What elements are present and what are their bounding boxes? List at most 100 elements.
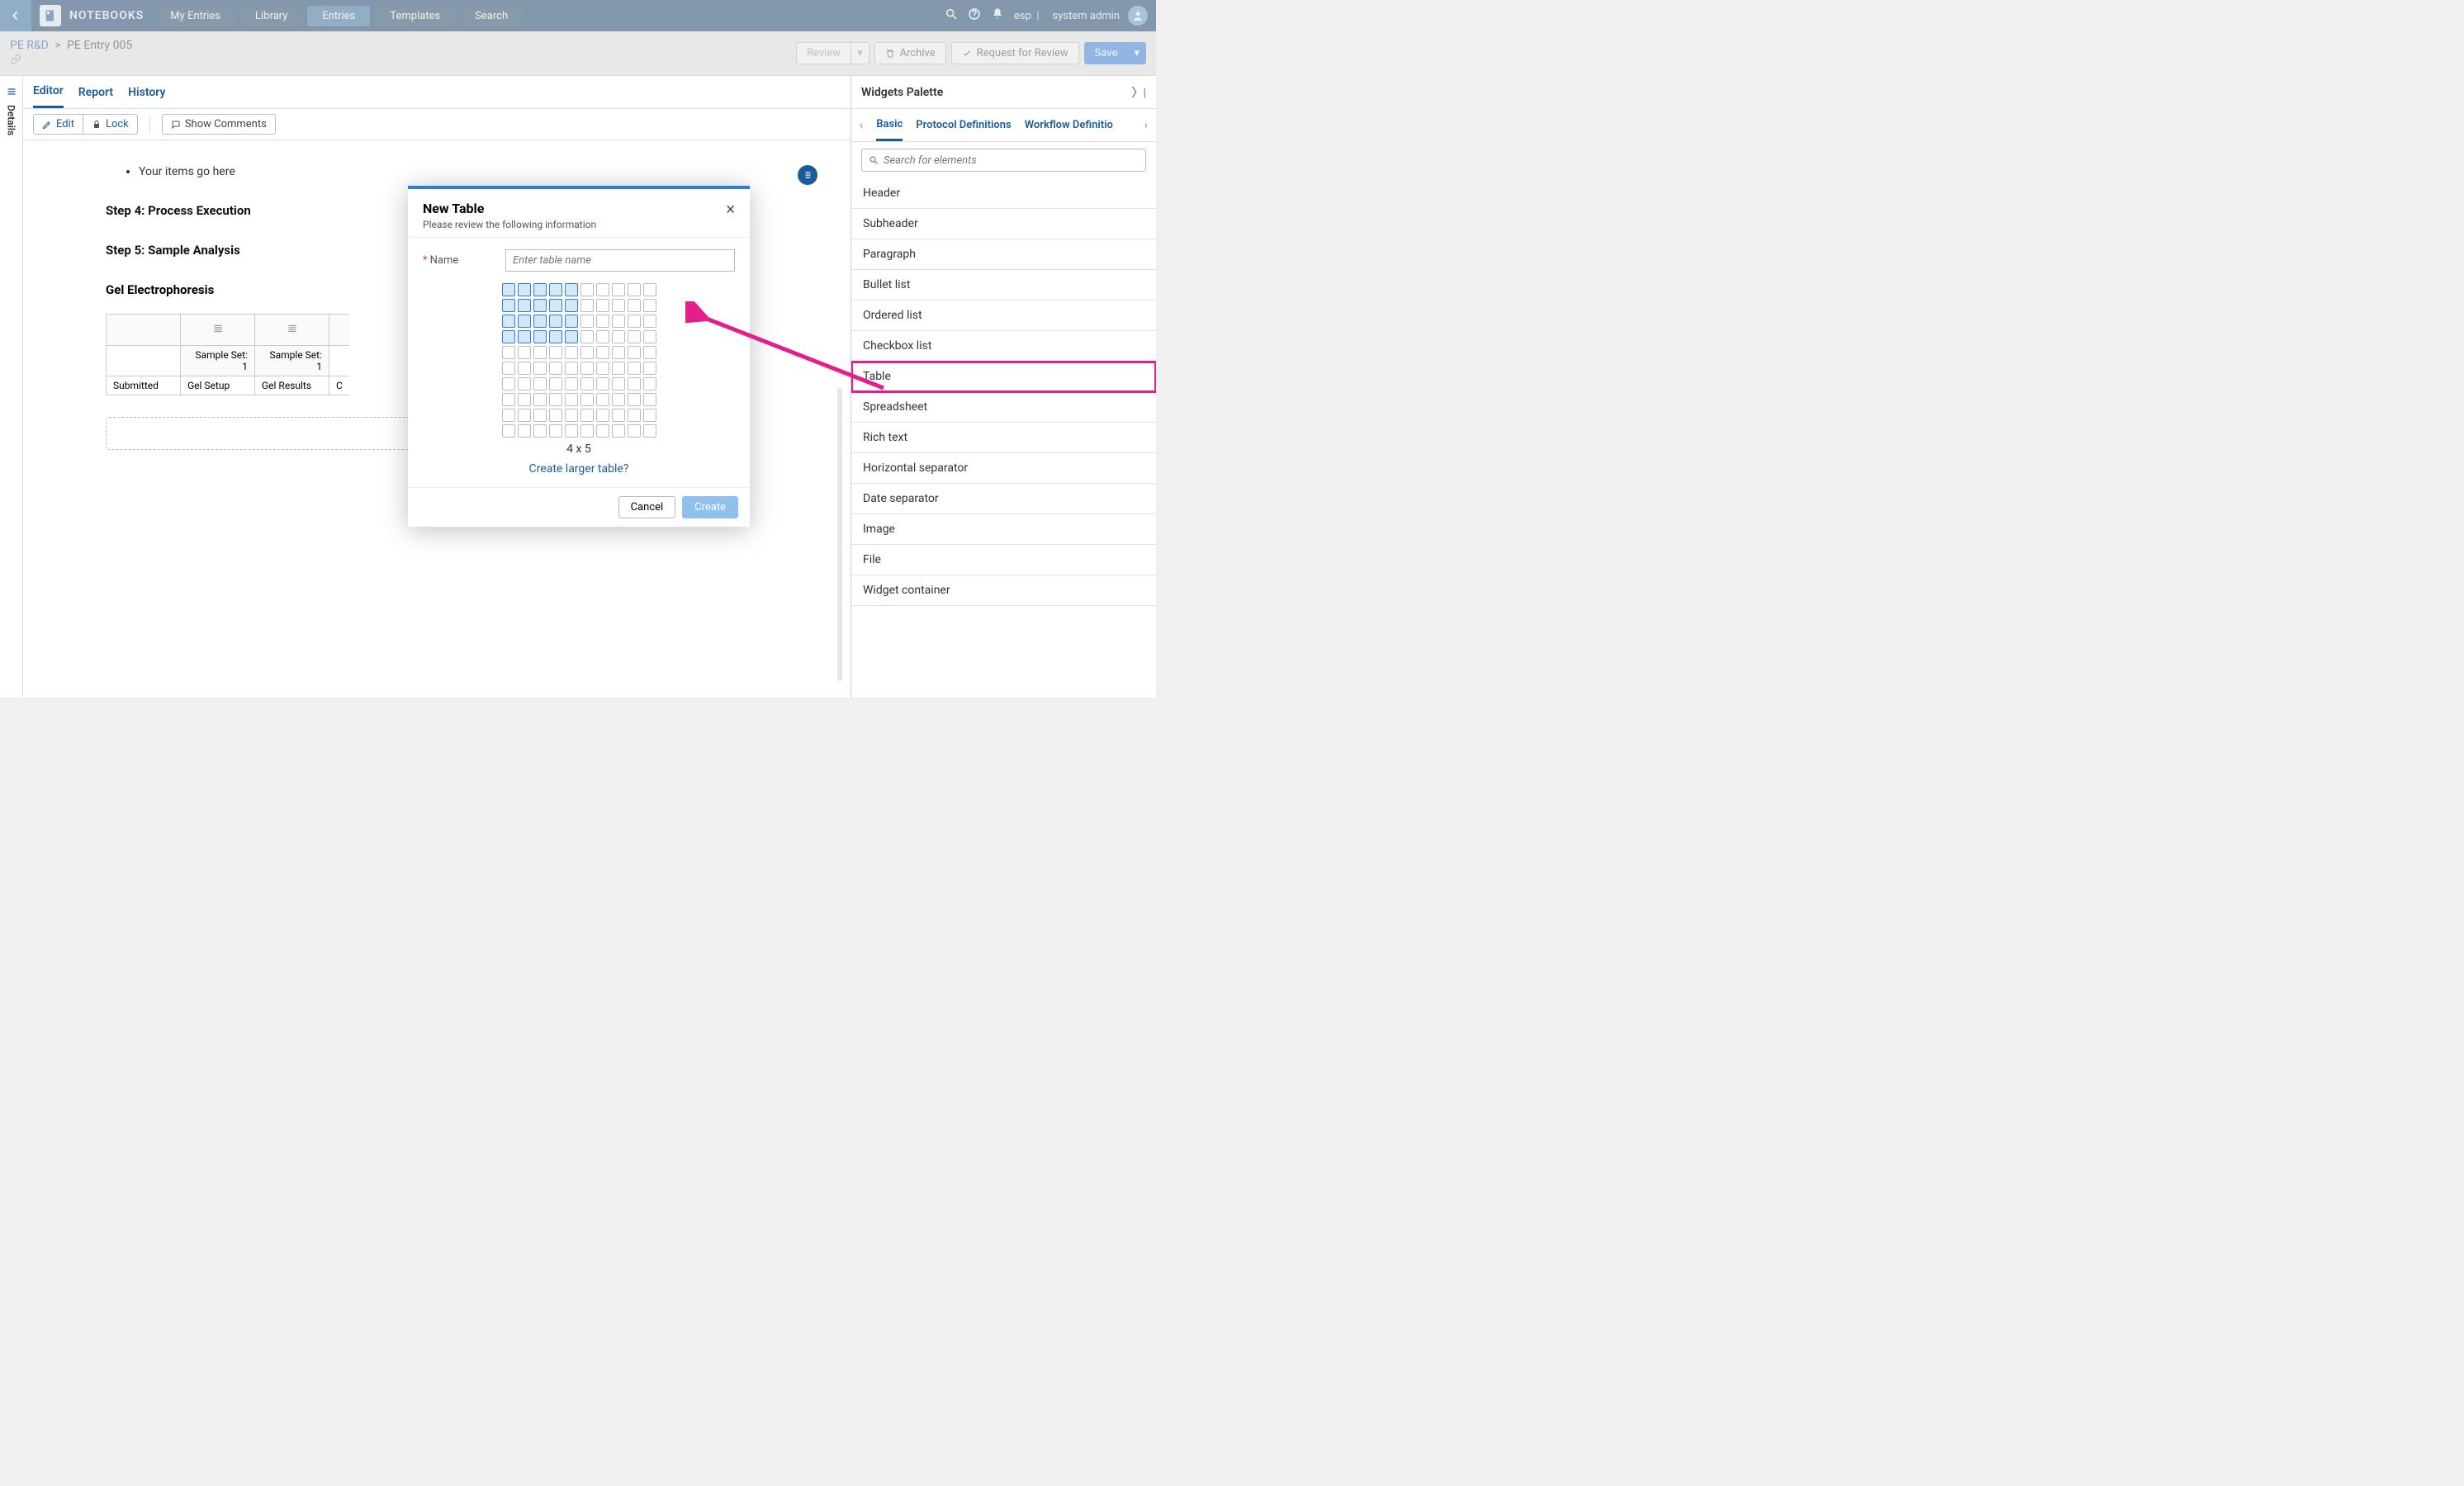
- grid-cell[interactable]: [518, 409, 531, 422]
- palette-item-table[interactable]: Table: [851, 362, 1156, 392]
- tab-editor[interactable]: Editor: [33, 76, 64, 108]
- details-label[interactable]: Details: [6, 105, 17, 135]
- grid-cell[interactable]: [533, 283, 547, 296]
- rail-menu-icon[interactable]: [6, 84, 17, 100]
- grid-cell[interactable]: [580, 409, 594, 422]
- grid-cell[interactable]: [502, 362, 515, 375]
- palette-item-file[interactable]: File: [851, 545, 1156, 575]
- grid-cell[interactable]: [628, 283, 641, 296]
- grid-cell[interactable]: [502, 377, 515, 390]
- grid-cell[interactable]: [580, 377, 594, 390]
- nav-back-button[interactable]: [0, 0, 31, 31]
- grid-cell[interactable]: [502, 393, 515, 406]
- grid-cell[interactable]: [580, 393, 594, 406]
- palette-scroll-right[interactable]: ›: [1144, 119, 1148, 132]
- grid-cell[interactable]: [612, 424, 625, 438]
- grid-cell[interactable]: [628, 330, 641, 343]
- grid-cell[interactable]: [565, 409, 578, 422]
- tab-history[interactable]: History: [128, 78, 165, 107]
- grid-cell[interactable]: [596, 409, 609, 422]
- search-icon[interactable]: [945, 7, 958, 24]
- scrollbar[interactable]: [837, 388, 842, 681]
- edit-button[interactable]: Edit: [33, 114, 83, 135]
- grid-cell[interactable]: [643, 409, 656, 422]
- grid-cell[interactable]: [580, 330, 594, 343]
- grid-cell[interactable]: [502, 299, 515, 312]
- palette-item-checkbox-list[interactable]: Checkbox list: [851, 331, 1156, 362]
- grid-cell[interactable]: [502, 315, 515, 328]
- grid-cell[interactable]: [628, 299, 641, 312]
- grid-cell[interactable]: [643, 315, 656, 328]
- grid-cell[interactable]: [643, 377, 656, 390]
- grid-cell[interactable]: [502, 283, 515, 296]
- grid-cell[interactable]: [518, 283, 531, 296]
- grid-cell[interactable]: [643, 330, 656, 343]
- grid-cell[interactable]: [612, 362, 625, 375]
- grid-cell[interactable]: [580, 346, 594, 359]
- palette-tab-basic[interactable]: Basic: [876, 110, 903, 141]
- grid-cell[interactable]: [549, 283, 562, 296]
- grid-cell[interactable]: [612, 346, 625, 359]
- grid-cell[interactable]: [628, 362, 641, 375]
- grid-cell[interactable]: [533, 315, 547, 328]
- grid-cell[interactable]: [628, 315, 641, 328]
- palette-item-paragraph[interactable]: Paragraph: [851, 239, 1156, 270]
- grid-size-picker[interactable]: [502, 283, 656, 438]
- grid-cell[interactable]: [549, 393, 562, 406]
- grid-cell[interactable]: [565, 299, 578, 312]
- nav-tab-search[interactable]: Search: [460, 6, 523, 26]
- palette-item-horizontal-separator[interactable]: Horizontal separator: [851, 453, 1156, 484]
- help-icon[interactable]: [968, 7, 981, 24]
- grid-cell[interactable]: [596, 299, 609, 312]
- grid-cell[interactable]: [502, 346, 515, 359]
- palette-scroll-left[interactable]: ‹: [860, 119, 863, 132]
- grid-cell[interactable]: [565, 393, 578, 406]
- grid-cell[interactable]: [643, 362, 656, 375]
- grid-cell[interactable]: [549, 315, 562, 328]
- palette-item-bullet-list[interactable]: Bullet list: [851, 270, 1156, 301]
- grid-cell[interactable]: [612, 409, 625, 422]
- grid-cell[interactable]: [502, 424, 515, 438]
- grid-cell[interactable]: [518, 315, 531, 328]
- modal-close-icon[interactable]: ×: [726, 201, 735, 217]
- grid-cell[interactable]: [518, 330, 531, 343]
- cancel-button[interactable]: Cancel: [618, 496, 676, 518]
- collapse-palette-icon[interactable]: 〉|: [1131, 84, 1146, 101]
- palette-item-date-separator[interactable]: Date separator: [851, 484, 1156, 514]
- grid-cell[interactable]: [596, 362, 609, 375]
- grid-cell[interactable]: [549, 424, 562, 438]
- grid-cell[interactable]: [565, 315, 578, 328]
- review-button[interactable]: Review: [796, 42, 851, 64]
- grid-cell[interactable]: [643, 299, 656, 312]
- palette-item-widget-container[interactable]: Widget container: [851, 575, 1156, 606]
- grid-cell[interactable]: [628, 377, 641, 390]
- grid-cell[interactable]: [628, 424, 641, 438]
- palette-item-ordered-list[interactable]: Ordered list: [851, 301, 1156, 331]
- grid-cell[interactable]: [580, 283, 594, 296]
- nav-tab-entries[interactable]: Entries: [307, 6, 370, 26]
- grid-cell[interactable]: [580, 424, 594, 438]
- grid-cell[interactable]: [596, 330, 609, 343]
- show-comments-button[interactable]: Show Comments: [162, 114, 276, 135]
- grid-cell[interactable]: [502, 330, 515, 343]
- grid-cell[interactable]: [596, 283, 609, 296]
- grid-cell[interactable]: [533, 346, 547, 359]
- user-name[interactable]: system admin: [1053, 10, 1121, 22]
- grid-cell[interactable]: [643, 346, 656, 359]
- grid-cell[interactable]: [518, 362, 531, 375]
- palette-item-subheader[interactable]: Subheader: [851, 209, 1156, 239]
- grid-cell[interactable]: [580, 299, 594, 312]
- grid-cell[interactable]: [533, 424, 547, 438]
- grid-cell[interactable]: [533, 409, 547, 422]
- breadcrumb-parent[interactable]: PE R&D: [10, 39, 49, 52]
- grid-cell[interactable]: [628, 346, 641, 359]
- grid-cell[interactable]: [518, 424, 531, 438]
- grid-cell[interactable]: [565, 346, 578, 359]
- grid-cell[interactable]: [580, 362, 594, 375]
- user-avatar[interactable]: [1128, 6, 1148, 26]
- palette-item-spreadsheet[interactable]: Spreadsheet: [851, 392, 1156, 423]
- grid-cell[interactable]: [612, 393, 625, 406]
- grid-cell[interactable]: [518, 377, 531, 390]
- grid-cell[interactable]: [596, 315, 609, 328]
- grid-cell[interactable]: [549, 330, 562, 343]
